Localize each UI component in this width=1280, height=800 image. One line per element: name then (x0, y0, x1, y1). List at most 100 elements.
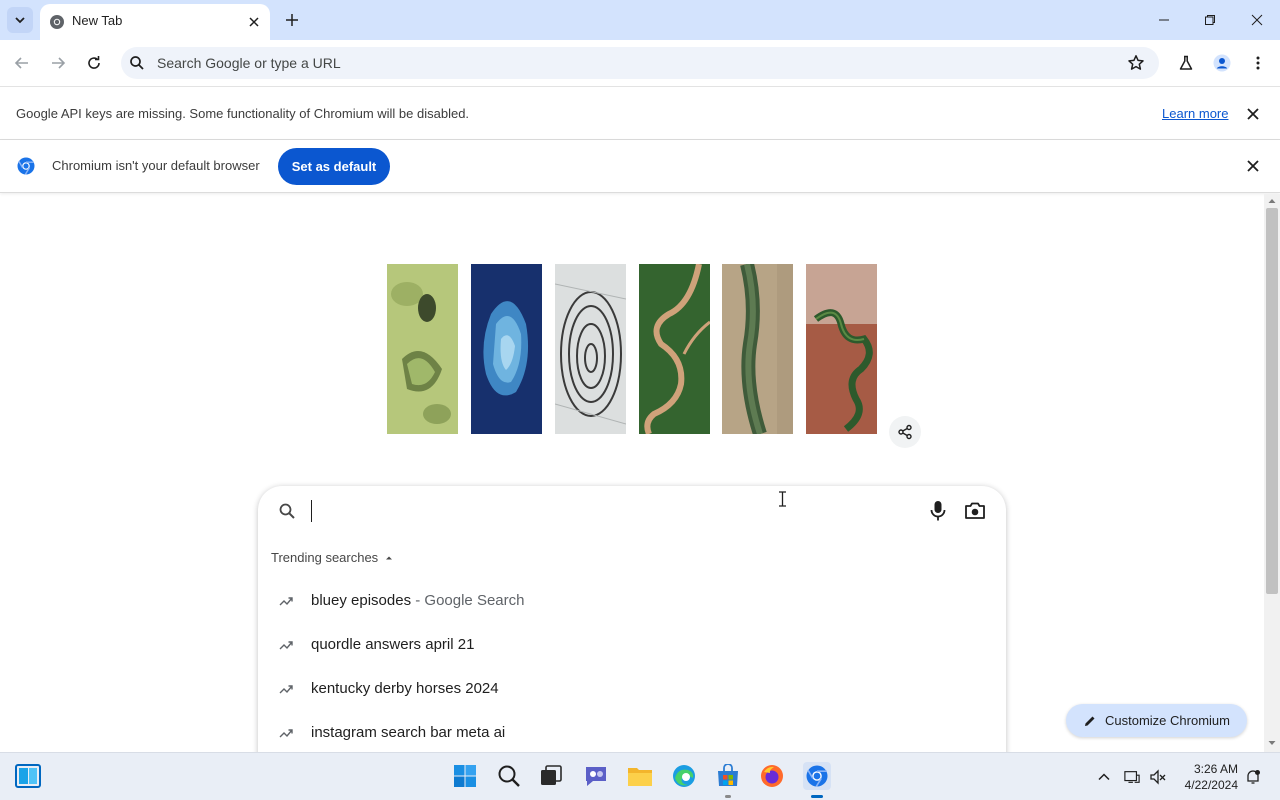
firefox-icon (761, 765, 783, 787)
trending-suffix: - Google Search (411, 592, 525, 609)
chevron-up-icon (1098, 773, 1110, 781)
back-button[interactable] (12, 53, 32, 73)
profile-button[interactable] (1212, 53, 1232, 73)
learn-more-link[interactable]: Learn more (1162, 106, 1228, 121)
default-browser-message: Chromium isn't your default browser (52, 158, 260, 173)
trending-item[interactable]: quordle answers april 21 (258, 623, 1006, 667)
start-button[interactable] (452, 763, 478, 789)
restore-icon (1205, 15, 1215, 25)
trending-up-icon (279, 729, 293, 738)
search-icon (130, 56, 144, 70)
search-icon (498, 765, 520, 787)
trending-item[interactable]: kentucky derby horses 2024 (258, 667, 1006, 711)
edge-button[interactable] (671, 763, 697, 789)
edge-icon (673, 765, 695, 787)
trending-item[interactable]: bluey episodes - Google Search (258, 579, 1006, 623)
active-app-indicator (811, 795, 823, 798)
microphone-icon[interactable] (928, 500, 948, 522)
omnibox[interactable]: Search Google or type a URL (121, 47, 1159, 79)
close-tab-icon[interactable] (246, 14, 262, 30)
restore-button[interactable] (1200, 10, 1220, 30)
doodle-panel-blue-island (471, 264, 542, 434)
chromium-icon (50, 15, 64, 29)
scrollbar-thumb[interactable] (1266, 208, 1278, 594)
trending-up-icon (279, 641, 293, 650)
tab-search-button[interactable] (7, 7, 33, 33)
omnibox-placeholder: Search Google or type a URL (157, 55, 341, 71)
folder-icon (628, 768, 652, 786)
plus-icon (286, 14, 298, 26)
more-vert-icon (1256, 56, 1260, 70)
text-cursor-icon (779, 491, 786, 507)
forward-button[interactable] (48, 53, 68, 73)
trending-up-icon (279, 597, 293, 606)
new-tab-button[interactable] (282, 10, 302, 30)
firefox-button[interactable] (759, 763, 785, 789)
back-arrow-icon (14, 57, 28, 69)
close-window-button[interactable] (1247, 10, 1267, 30)
network-button[interactable] (1124, 769, 1140, 785)
trending-header[interactable]: Trending searches (271, 550, 394, 565)
menu-button[interactable] (1248, 53, 1268, 73)
clock-time: 3:26 AM (1193, 762, 1238, 776)
doodle[interactable] (387, 264, 878, 434)
share-icon (898, 424, 912, 440)
customize-label: Customize Chromium (1105, 713, 1230, 728)
tray-overflow-button[interactable] (1096, 769, 1112, 785)
flask-icon (1179, 55, 1193, 70)
windows-logo-icon (454, 765, 476, 787)
search-icon (279, 503, 295, 519)
share-doodle-button[interactable] (889, 416, 921, 448)
os-taskbar: 3:26 AM 4/22/2024 (0, 752, 1280, 800)
close-icon (1247, 160, 1259, 172)
trending-text: bluey episodes (311, 592, 412, 609)
minimize-button[interactable] (1154, 10, 1174, 30)
trending-item[interactable]: instagram search bar meta ai (258, 711, 1006, 755)
customize-chromium-button[interactable]: Customize Chromium (1066, 704, 1247, 737)
trending-text: instagram search bar meta ai (311, 724, 506, 741)
notification-bell-icon (1247, 770, 1260, 784)
reload-button[interactable] (84, 53, 104, 73)
trending-list: bluey episodes - Google Search quordle a… (258, 579, 1006, 755)
ntp-search-box[interactable]: Trending searches bluey episodes - Googl… (258, 486, 1006, 786)
close-infobar-button[interactable] (1244, 105, 1262, 123)
teams-chat-icon (586, 767, 606, 786)
trending-text: kentucky derby horses 2024 (311, 680, 499, 697)
notifications-button[interactable] (1245, 769, 1261, 785)
page-scrollbar[interactable] (1264, 194, 1280, 752)
store-running-indicator (725, 795, 731, 798)
caret-up-icon (386, 556, 393, 559)
system-clock[interactable]: 3:26 AM 4/22/2024 (1176, 761, 1238, 793)
teams-button[interactable] (583, 763, 609, 789)
doodle-panel-green-marsh (387, 264, 458, 434)
taskbar-search-button[interactable] (496, 763, 522, 789)
network-icon (1124, 771, 1140, 783)
api-keys-message: Google API keys are missing. Some functi… (16, 106, 470, 121)
camera-icon[interactable] (964, 501, 986, 521)
widgets-button[interactable] (15, 763, 41, 789)
close-default-bar-button[interactable] (1244, 157, 1262, 175)
store-button[interactable] (715, 763, 741, 789)
browser-toolbar: Search Google or type a URL (0, 40, 1280, 87)
tab-new-tab[interactable]: New Tab (40, 4, 270, 40)
chromium-taskbar-button[interactable] (803, 762, 831, 790)
set-as-default-button[interactable]: Set as default (278, 148, 390, 185)
widgets-icon (15, 764, 41, 788)
reload-icon (88, 56, 100, 69)
pencil-icon (1085, 716, 1095, 726)
bookmark-star-icon[interactable] (1127, 54, 1145, 72)
task-view-button[interactable] (538, 763, 564, 789)
file-explorer-button[interactable] (627, 763, 653, 789)
tab-title: New Tab (72, 13, 123, 28)
doodle-panel-river-valley (722, 264, 793, 434)
avatar-icon (1213, 54, 1231, 72)
task-view-icon (541, 765, 562, 785)
trending-heading: Trending searches (271, 550, 379, 565)
scroll-up-arrow-icon[interactable] (1268, 197, 1276, 205)
scroll-down-arrow-icon[interactable] (1268, 739, 1276, 747)
volume-button[interactable] (1150, 769, 1166, 785)
labs-button[interactable] (1176, 53, 1196, 73)
close-icon (1247, 108, 1259, 120)
chromium-logo-icon (17, 157, 35, 175)
chevron-down-icon (15, 17, 25, 24)
